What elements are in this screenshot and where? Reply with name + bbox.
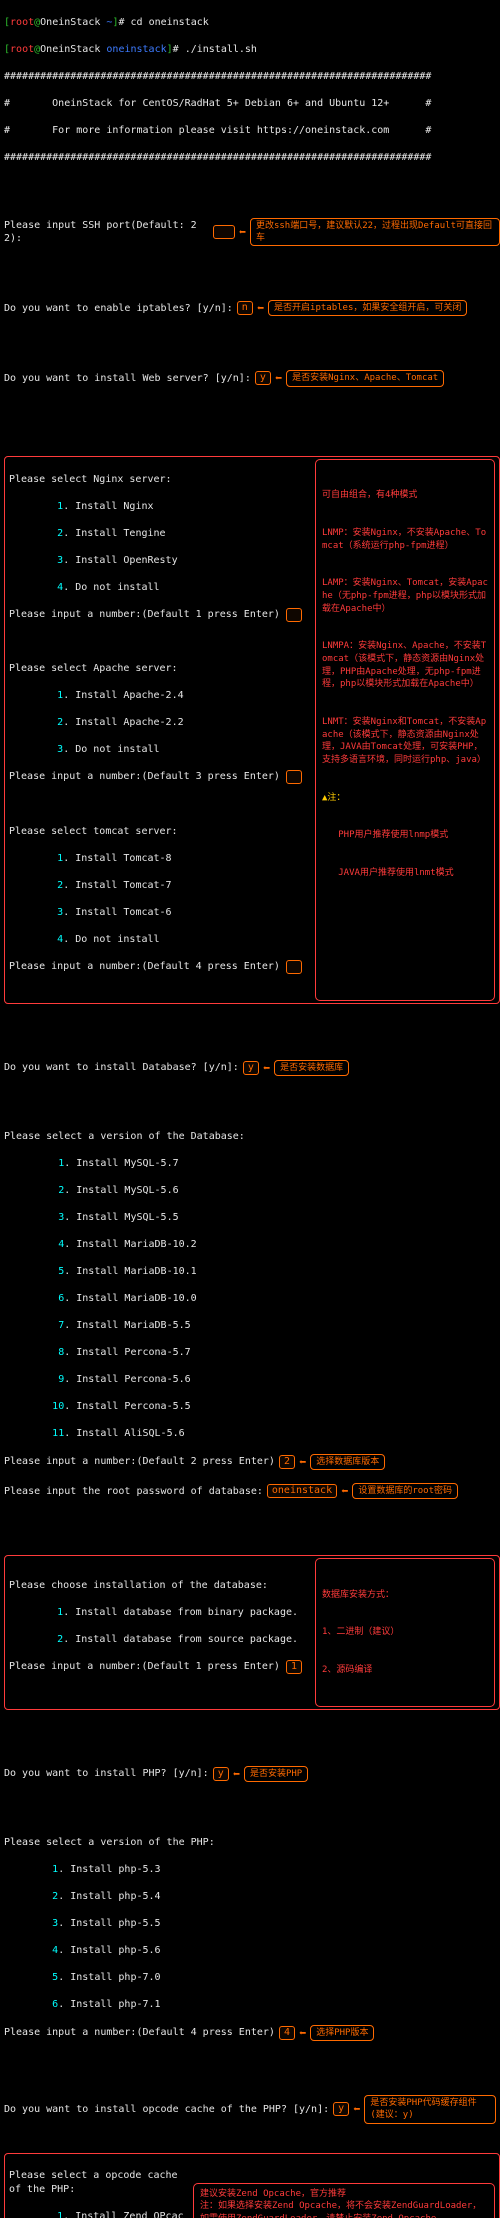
db-install-title: Please choose installation of the databa… [9,1579,311,1593]
nginx-val[interactable] [286,608,302,622]
banner-line: ########################################… [4,70,500,84]
php-row: Do you want to install PHP? [y/n]: y ⬅ 是… [4,1766,500,1782]
nginx-title: Please select Nginx server: [9,473,311,487]
db-pwd-input[interactable]: oneinstack [267,1484,337,1498]
banner-1: # OneinStack for CentOS/RadHat 5+ Debian… [4,97,500,111]
arrow-icon: ⬅ [239,226,246,238]
apache-val[interactable] [286,770,302,784]
db-row: Do you want to install Database? [y/n]: … [4,1060,500,1076]
db-prompt: Do you want to install Database? [y/n]: [4,1061,239,1075]
iptables-prompt: Do you want to enable iptables? [y/n]: [4,302,233,316]
banner-2: # For more information please visit http… [4,124,500,138]
php-input[interactable]: y [213,1767,229,1781]
arrow-icon: ⬅ [353,2103,360,2115]
db-pwd-prompt: Please input the root password of databa… [4,1485,263,1499]
web-input[interactable]: y [255,371,271,385]
ssh-row: Please input SSH port(Default: 22): ⬅ 更改… [4,218,500,246]
opcode-input[interactable]: y [333,2102,349,2116]
tomcat-title: Please select tomcat server: [9,825,311,839]
arrow-icon: ⬅ [299,2027,306,2039]
arrow-icon: ⬅ [257,302,264,314]
db-pwd-note: 设置数据库的root密码 [352,1483,458,1499]
db-input[interactable]: y [243,1061,259,1075]
php-ver-note: 选择PHP版本 [310,2025,374,2041]
opcode-prompt: Do you want to install opcode cache of t… [4,2103,329,2117]
prompt-line-1: [root@OneinStack ~]# cd oneinstack [4,16,500,30]
db-install-block: Please choose installation of the databa… [4,1555,500,1710]
opcode-row: Do you want to install opcode cache of t… [4,2095,500,2123]
php-ver-input[interactable]: Please input a number:(Default 4 press E… [4,2026,275,2040]
db-note: 是否安装数据库 [274,1060,349,1076]
arrow-icon: ⬅ [299,1456,306,1468]
iptables-note: 是否开启iptables，如果安全组开启，可关闭 [268,300,467,316]
ssh-prompt: Please input SSH port(Default: 22): [4,219,209,246]
php-prompt: Do you want to install PHP? [y/n]: [4,1767,209,1781]
nginx-input[interactable]: Please input a number:(Default 1 press E… [9,609,280,620]
blank [4,178,500,192]
iptables-row: Do you want to enable iptables? [y/n]: n… [4,300,500,316]
arrow-icon: ⬅ [275,372,282,384]
tomcat-input[interactable]: Please input a number:(Default 4 press E… [9,961,280,972]
opcache-block: Please select a opcode cache of the PHP:… [4,2153,500,2218]
terminal: [root@OneinStack ~]# cd oneinstack [root… [0,0,500,2218]
opcode-note: 是否安装PHP代码缓存组件(建议：y) [364,2095,496,2123]
db-ver-val[interactable]: 2 [279,1455,295,1469]
web-note: 是否安装Nginx、Apache、Tomcat [286,370,444,386]
php-ver-val[interactable]: 4 [279,2026,295,2040]
tomcat-val[interactable] [286,960,302,974]
opcache-title: Please select a opcode cache of the PHP: [9,2169,189,2196]
arrow-icon: ⬅ [341,1485,348,1497]
web-prompt: Do you want to install Web server? [y/n]… [4,372,251,386]
prompt-line-2: [root@OneinStack oneinstack]# ./install.… [4,43,500,57]
arrow-icon: ⬅ [263,1062,270,1074]
apache-input[interactable]: Please input a number:(Default 3 press E… [9,771,280,782]
banner-line: ########################################… [4,151,500,165]
db-ver-input[interactable]: Please input a number:(Default 2 press E… [4,1455,275,1469]
server-select-block: Please select Nginx server: 1. Install N… [4,456,500,1004]
opcache-note: 建议安装Zend Opcache，官方推荐 注：如果选择安装Zend Opcac… [193,2183,495,2218]
db-install-note: 数据库安装方式： 1、二进制（建议） 2、源码编译 [315,1558,495,1707]
db-ver-note: 选择数据库版本 [310,1454,385,1470]
iptables-input[interactable]: n [237,301,253,315]
php-ver-title: Please select a version of the PHP: [4,1836,500,1850]
db-ver-title: Please select a version of the Database: [4,1130,500,1144]
apache-title: Please select Apache server: [9,662,311,676]
web-row: Do you want to install Web server? [y/n]… [4,370,500,386]
ssh-input[interactable] [213,225,235,239]
arrow-icon: ⬅ [233,1768,240,1780]
db-install-val[interactable]: 1 [286,1660,302,1674]
db-install-input[interactable]: Please input a number:(Default 1 press E… [9,1661,280,1672]
ssh-note: 更改ssh端口号，建议默认22，过程出现Default可直接回车 [250,218,500,246]
php-note: 是否安装PHP [244,1766,308,1782]
server-note: 可自由组合，有4种模式 LNMP：安装Nginx，不安装Apache、Tomca… [315,459,495,1001]
